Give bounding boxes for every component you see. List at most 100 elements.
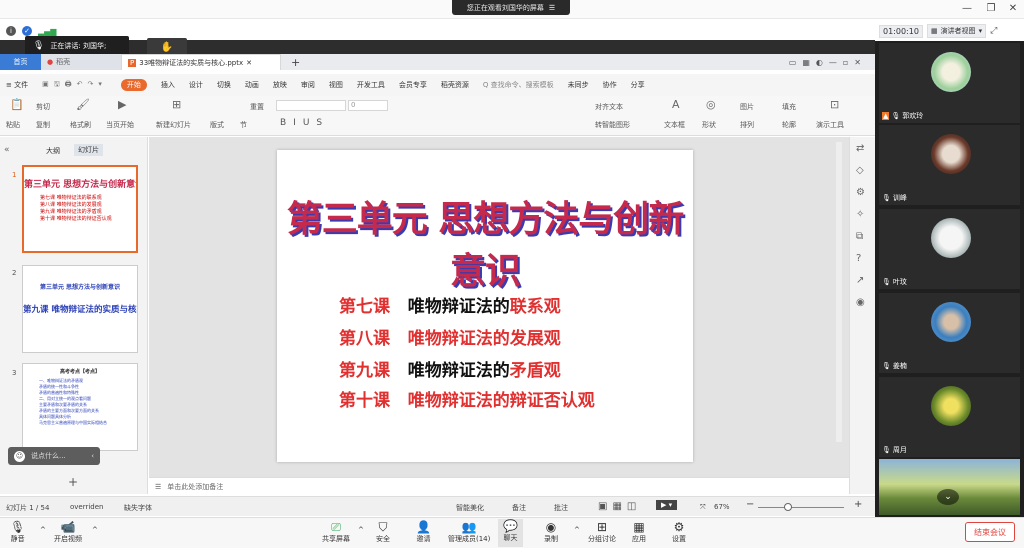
participant-tile[interactable]: 🎙 周月 <box>879 377 1020 457</box>
notes-toggle[interactable]: 备注 <box>512 503 526 513</box>
shield-icon[interactable]: ✓ <box>22 26 32 36</box>
presentation-tools-icon[interactable]: ⊡ <box>830 98 839 111</box>
share-banner[interactable]: 您正在观看刘国华的屏幕 ☰ <box>452 0 570 15</box>
play-slideshow-button[interactable]: ▶ ▾ <box>656 500 678 510</box>
menu-transition[interactable]: 切换 <box>217 80 231 90</box>
breakout-button[interactable]: ⊞ 分组讨论 <box>588 520 616 544</box>
close-tab-icon[interactable]: ✕ <box>246 59 252 67</box>
chat-button[interactable]: 💬 聊天 <box>498 519 523 547</box>
outline-button[interactable]: 轮廓 <box>782 120 796 130</box>
apps-button[interactable]: ▦ 应用 <box>632 520 646 544</box>
add-slide-button[interactable]: + <box>68 475 78 489</box>
menu-design[interactable]: 设计 <box>189 80 203 90</box>
menu-review[interactable]: 审阅 <box>301 80 315 90</box>
collapse-icon[interactable]: ⇄ <box>856 143 864 154</box>
zoom-in-icon[interactable]: + <box>854 499 862 510</box>
canvas-scrollbar[interactable] <box>836 142 842 442</box>
menu-file[interactable]: ≡ 文件 <box>6 80 28 90</box>
zoom-slider[interactable] <box>758 507 844 508</box>
close-icon[interactable]: ✕ <box>1006 2 1020 16</box>
cut-button[interactable]: 剪切 <box>36 102 50 112</box>
zoom-out-icon[interactable]: − <box>746 499 754 510</box>
menu-resources[interactable]: 稻壳资源 <box>441 80 469 90</box>
slideshow-from-current[interactable]: 当页开始 <box>106 120 134 130</box>
reset-button[interactable]: 重置 <box>250 102 264 112</box>
chevron-up-icon[interactable]: ^ <box>358 526 364 534</box>
end-meeting-button[interactable]: 结束会议 <box>965 522 1015 542</box>
notes-area[interactable]: ☰ 单击此处添加备注 <box>149 477 849 495</box>
collaborate-button[interactable]: 协作 <box>603 80 617 90</box>
menu-view[interactable]: 视图 <box>329 80 343 90</box>
magic-icon[interactable]: ✧ <box>856 209 864 220</box>
fill-button[interactable]: 填充 <box>782 102 796 112</box>
video-button[interactable]: 📹 开启视频 <box>54 520 82 544</box>
new-tab-icon[interactable]: + <box>291 56 300 69</box>
smart-beautify[interactable]: 智能美化 <box>456 503 484 513</box>
font-family-select[interactable] <box>276 100 346 111</box>
chevron-up-icon[interactable]: ^ <box>92 526 98 534</box>
signal-icon[interactable]: ▂▄▆ <box>38 27 56 36</box>
fullscreen-icon[interactable]: ⤢ <box>990 26 997 36</box>
fit-icon[interactable]: ⤧ <box>700 503 706 512</box>
menu-animation[interactable]: 动画 <box>245 80 259 90</box>
restore-icon[interactable]: ❐ <box>984 2 998 16</box>
font-size-select[interactable]: 0 <box>348 100 388 111</box>
window-controls[interactable]: ▭▦◐—▫✕ <box>789 58 867 67</box>
search-command[interactable]: Q 查找命令、搜索模板 <box>483 80 554 90</box>
chevron-up-icon[interactable]: ^ <box>40 526 46 534</box>
adjust-icon[interactable]: ⚙ <box>856 187 865 198</box>
menu-icon[interactable]: ☰ <box>549 4 555 12</box>
menu-developer[interactable]: 开发工具 <box>357 80 385 90</box>
comment-input[interactable]: ☺ 说点什么... ‹ <box>8 447 100 465</box>
slide-thumb-3[interactable]: 高考考点【考点】 一、唯物辩证法的矛盾观 矛盾的统一性和斗争性 矛盾的普遍性和特… <box>22 363 138 451</box>
menu-slideshow[interactable]: 放映 <box>273 80 287 90</box>
settings-button[interactable]: ⚙ 设置 <box>672 520 686 544</box>
tab-document[interactable]: P 33唯物辩证法的实质与核心.pptx ✕ <box>121 54 281 70</box>
shape-button[interactable]: 形状 <box>702 120 716 130</box>
record-button[interactable]: ◉ 录制 <box>544 520 558 544</box>
menu-start[interactable]: 开始 <box>120 79 147 91</box>
new-slide-button[interactable]: 新建幻灯片 <box>156 120 191 130</box>
shape-style-icon[interactable]: ◇ <box>856 165 864 176</box>
new-slide-icon[interactable]: ⊞ <box>172 98 181 111</box>
shape-icon[interactable]: ◎ <box>706 98 716 111</box>
help-icon[interactable]: ? <box>856 253 861 264</box>
align-text[interactable]: 对齐文本 <box>595 102 623 112</box>
minimize-icon[interactable]: — <box>960 2 974 16</box>
tab-slides[interactable]: 幻灯片 <box>74 144 103 156</box>
zoom-slider-thumb[interactable] <box>784 503 792 511</box>
quick-access-icons[interactable]: ▣🖫🖨↶↷▾ <box>42 80 107 91</box>
format-painter-label[interactable]: 格式刷 <box>70 120 91 130</box>
collapse-pane-icon[interactable]: « <box>4 145 10 155</box>
textbox-button[interactable]: 文本框 <box>664 120 685 130</box>
mute-button[interactable]: 🎙 静音 <box>10 520 25 544</box>
invite-button[interactable]: 👤 邀请 <box>416 520 431 544</box>
location-icon[interactable]: ◉ <box>856 297 865 308</box>
paste-icon[interactable]: 📋 <box>10 98 24 111</box>
play-icon[interactable]: ▶ <box>118 98 126 111</box>
participant-tile-preview[interactable]: ⌄ <box>879 459 1020 515</box>
chevron-down-icon[interactable]: ⌄ <box>937 489 959 505</box>
participant-tile[interactable]: 🎙 姜楠 <box>879 293 1020 373</box>
textbox-icon[interactable]: A <box>672 98 680 111</box>
chevron-up-icon[interactable]: ^ <box>574 526 580 534</box>
missing-font[interactable]: 缺失字体 <box>124 503 152 513</box>
manage-members-button[interactable]: 👥 管理成员(14) <box>448 520 490 544</box>
participant-tile[interactable]: 🎙 训峰 <box>879 125 1020 205</box>
presentation-tools-button[interactable]: 演示工具 <box>816 120 844 130</box>
security-button[interactable]: ⛉ 安全 <box>376 520 390 544</box>
share-icon[interactable]: ↗ <box>856 275 864 286</box>
section-button[interactable]: 节 <box>240 120 247 130</box>
participant-tile[interactable]: ▲ 🎙 郭欢玲 <box>879 43 1020 123</box>
slide-thumb-1[interactable]: 第三单元 思想方法与创新意识 第七课 唯物辩证法的联系观 第八课 唯物辩证法的发… <box>22 165 138 253</box>
view-mode-button[interactable]: ▦ 演讲者视图 ▾ <box>926 24 987 38</box>
format-painter-icon[interactable]: 🖌 <box>76 98 90 111</box>
current-slide[interactable]: 第三单元 思想方法与创新意识 第七课 唯物辩证法的联系观 第八课 唯物辩证法的发… <box>277 150 693 462</box>
sync-status[interactable]: 未同步 <box>568 80 589 90</box>
text-format-buttons[interactable]: BIUS <box>280 118 329 128</box>
view-mode-icons[interactable]: ▣▦◫ <box>598 501 641 512</box>
participant-tile[interactable]: 🎙 叶玟 <box>879 209 1020 289</box>
chevron-left-icon[interactable]: ‹ <box>91 452 94 460</box>
share-screen-button[interactable]: ⎚ 共享屏幕 <box>322 520 350 544</box>
menu-member[interactable]: 会员专享 <box>399 80 427 90</box>
